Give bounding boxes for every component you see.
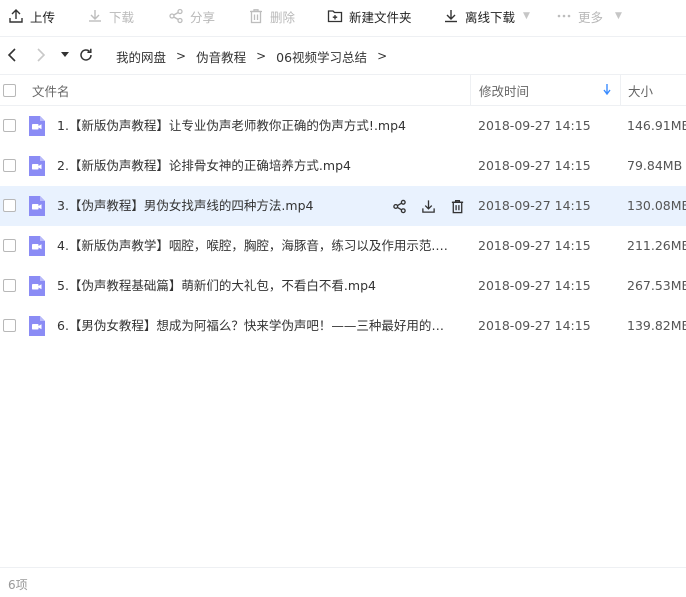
row-delete-icon[interactable] [448,197,466,215]
row-download-icon[interactable] [419,197,437,215]
breadcrumb-item-folder[interactable]: 伪音教程 [186,47,256,66]
video-file-icon [29,316,45,336]
delete-label: 删除 [270,9,296,25]
row-checkbox[interactable] [3,159,16,172]
status-bar: 6项 [0,567,686,597]
file-size: 130.08MB [627,198,686,213]
offline-dropdown-arrow-icon[interactable]: ▼ [523,11,530,21]
breadcrumb-separator: > [176,49,187,63]
row-share-icon[interactable] [390,197,408,215]
more-dots-icon [557,14,571,18]
column-header-modified-label: 修改时间 [479,84,530,99]
navigation-bar: 我的网盘 > 伪音教程 > 06视频学习总结 > [0,36,686,74]
new-folder-icon [327,10,343,23]
item-count: 6项 [8,578,28,592]
select-all-cell [3,75,16,106]
file-table-header: 文件名 修改时间 大小 [0,74,686,106]
breadcrumb: 我的网盘 > 伪音教程 > 06视频学习总结 > [106,37,387,75]
table-row[interactable]: 4.【新版伪声教学】咽腔，喉腔，胸腔，海豚音，练习以及作用示范.mp4 2018… [0,226,686,266]
toolbar: 上传 下载 分享 删除 新建文件夹 离线下载 ▼ 更多 ▼ [0,0,686,32]
new-folder-label: 新建文件夹 [349,9,412,25]
table-row[interactable]: 5.【伪声教程基础篇】萌新们的大礼包，不看白不看.mp4 2018-09-27 … [0,266,686,306]
file-name[interactable]: 5.【伪声教程基础篇】萌新们的大礼包，不看白不看.mp4 [57,266,455,306]
file-modified-time: 2018-09-27 14:15 [478,158,591,173]
file-name[interactable]: 6.【男伪女教程】想成为阿福么？快来学伪声吧！——三种最好用的找声线方法.mp4 [57,306,455,346]
row-checkbox[interactable] [3,319,16,332]
table-row[interactable]: 1.【新版伪声教程】让专业伪声老师教你正确的伪声方式!.mp4 2018-09-… [0,106,686,146]
breadcrumb-item-root[interactable]: 我的网盘 [106,47,176,66]
offline-download-button[interactable]: 离线下载 [443,0,515,32]
share-button[interactable]: 分享 [168,0,215,32]
file-name[interactable]: 1.【新版伪声教程】让专业伪声老师教你正确的伪声方式!.mp4 [57,106,455,146]
offline-download-icon [445,10,457,23]
table-row[interactable]: 2.【新版伪声教程】论排骨女神的正确培养方式.mp4 2018-09-27 14… [0,146,686,186]
row-checkbox[interactable] [3,239,16,252]
row-actions [390,197,466,215]
video-file-icon [29,276,45,296]
column-header-name[interactable]: 文件名 [32,75,70,106]
sort-descending-icon[interactable] [603,84,611,98]
offline-download-label: 离线下载 [465,9,516,25]
select-all-checkbox[interactable] [3,84,16,97]
delete-button[interactable]: 删除 [248,0,295,32]
file-modified-time: 2018-09-27 14:15 [478,238,591,253]
file-name[interactable]: 4.【新版伪声教学】咽腔，喉腔，胸腔，海豚音，练习以及作用示范.mp4 [57,226,455,266]
row-checkbox[interactable] [3,199,16,212]
video-file-icon [29,156,45,176]
table-row[interactable]: 6.【男伪女教程】想成为阿福么？快来学伪声吧！——三种最好用的找声线方法.mp4… [0,306,686,346]
file-modified-time: 2018-09-27 14:15 [478,118,591,133]
file-size: 267.53MB [627,278,686,293]
download-icon [89,10,101,22]
forward-icon[interactable] [32,46,50,64]
upload-icon [9,9,23,23]
file-size: 79.84MB [627,158,683,173]
upload-button[interactable]: 上传 [8,0,55,32]
file-name[interactable]: 2.【新版伪声教程】论排骨女神的正确培养方式.mp4 [57,146,455,186]
table-row-hovered[interactable]: 3.【伪声教程】男伪女找声线的四种方法.mp4 2018-09-27 14:15… [0,186,686,226]
file-modified-time: 2018-09-27 14:15 [478,278,591,293]
history-dropdown-icon[interactable] [56,46,74,64]
video-file-icon [29,196,45,216]
share-icon [169,8,183,24]
share-label: 分享 [190,9,216,25]
video-file-icon [29,116,45,136]
new-folder-button[interactable]: 新建文件夹 [327,0,412,32]
file-modified-time: 2018-09-27 14:15 [478,198,591,213]
row-checkbox[interactable] [3,119,16,132]
breadcrumb-separator: > [256,49,267,63]
download-label: 下载 [109,9,135,25]
back-icon[interactable] [3,46,21,64]
column-header-size[interactable]: 大小 [620,75,686,106]
upload-label: 上传 [30,9,56,25]
file-size: 146.91MB [627,118,686,133]
row-checkbox[interactable] [3,279,16,292]
more-button[interactable]: 更多 [556,0,603,32]
more-dropdown-arrow-icon[interactable]: ▼ [615,11,622,21]
refresh-icon[interactable] [77,46,95,64]
file-size: 211.26MB [627,238,686,253]
video-file-icon [29,236,45,256]
column-header-modified[interactable]: 修改时间 [470,75,620,106]
trash-icon [250,9,262,24]
breadcrumb-item-current[interactable]: 06视频学习总结 [266,47,377,66]
file-name[interactable]: 3.【伪声教程】男伪女找声线的四种方法.mp4 [57,186,377,226]
file-list: 1.【新版伪声教程】让专业伪声老师教你正确的伪声方式!.mp4 2018-09-… [0,106,686,346]
file-size: 139.82MB [627,318,686,333]
breadcrumb-separator[interactable]: > [377,49,387,63]
more-label: 更多 [578,9,604,25]
download-button[interactable]: 下载 [87,0,134,32]
file-modified-time: 2018-09-27 14:15 [478,318,591,333]
